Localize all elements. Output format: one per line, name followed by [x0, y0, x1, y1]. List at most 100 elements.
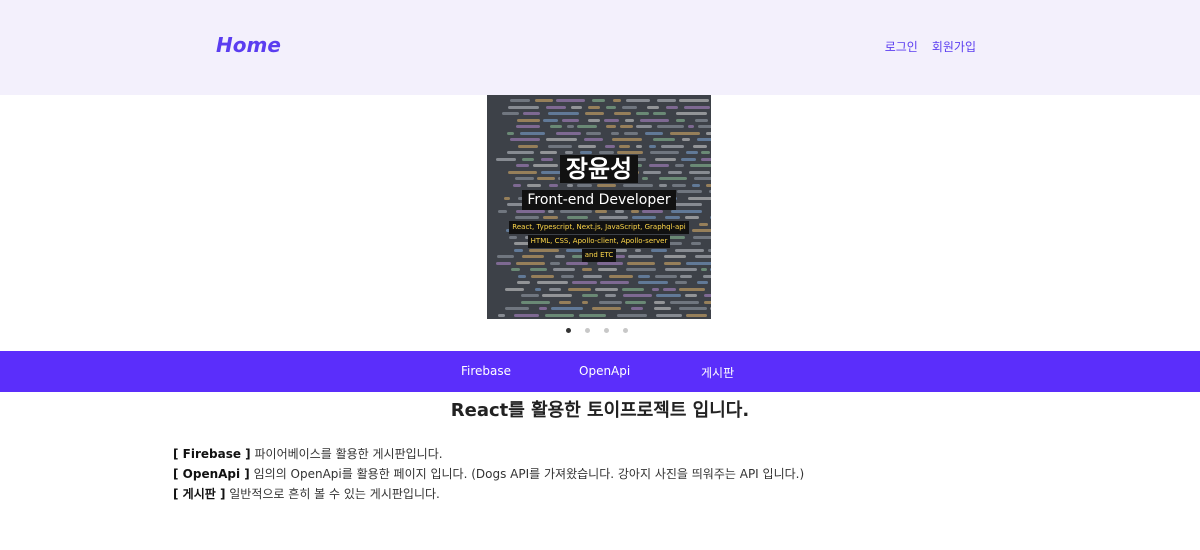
code-line	[662, 287, 676, 291]
code-line	[567, 287, 591, 291]
code-line	[539, 307, 547, 310]
code-line	[579, 151, 593, 154]
description-text: 임의의 OpenApi를 활용한 페이지 입니다. (Dogs API를 가져왔…	[249, 467, 805, 481]
carousel-dot-2[interactable]	[585, 328, 590, 333]
code-line	[655, 294, 682, 297]
code-line	[617, 151, 643, 154]
code-line	[645, 131, 663, 135]
code-line	[657, 125, 684, 128]
carousel-dots	[566, 328, 628, 333]
home-logo-link[interactable]: Home	[216, 33, 281, 57]
code-line	[505, 307, 530, 310]
code-line	[535, 287, 542, 291]
code-line	[498, 313, 505, 317]
code-line	[518, 144, 538, 148]
carousel-dot-3[interactable]	[604, 328, 609, 333]
code-line	[679, 287, 705, 291]
code-line	[531, 274, 554, 278]
main-nav: Firebase OpenApi 게시판	[0, 351, 1200, 392]
code-line	[685, 313, 707, 317]
code-line	[587, 118, 601, 122]
project-description-list: [ Firebase ] 파이어베이스를 활용한 게시판입니다. [ OpenA…	[173, 444, 804, 504]
code-line	[604, 294, 617, 297]
banner-name: 장윤성	[559, 155, 639, 183]
code-line	[548, 287, 562, 291]
code-line	[702, 274, 711, 278]
login-link[interactable]: 로그인	[885, 38, 918, 55]
code-line	[697, 138, 711, 141]
code-line	[684, 294, 698, 297]
code-line	[506, 151, 535, 154]
auth-links: 로그인 회원가입	[885, 38, 976, 55]
nav-item-board[interactable]: 게시판	[701, 364, 734, 381]
code-line	[581, 294, 598, 297]
banner-stack: React, Typescript, Next.js, JavaScript, …	[487, 221, 711, 263]
code-line	[595, 287, 619, 291]
code-line	[508, 105, 540, 109]
code-line	[555, 131, 581, 135]
code-line	[591, 307, 622, 310]
code-line	[509, 99, 531, 102]
code-line	[562, 118, 579, 122]
hero-carousel-slide[interactable]: 장윤성 Front-end Developer React, Typescrip…	[487, 95, 711, 319]
code-line	[543, 216, 558, 219]
code-line	[530, 268, 547, 271]
code-line	[511, 268, 520, 271]
code-line	[625, 118, 634, 122]
code-line	[604, 144, 615, 148]
code-line	[547, 112, 579, 115]
code-line	[581, 300, 589, 304]
code-line	[696, 281, 709, 284]
code-line	[679, 99, 710, 102]
code-line	[516, 125, 541, 128]
code-line	[517, 274, 527, 278]
code-line	[536, 281, 569, 284]
code-line	[652, 112, 666, 115]
code-line	[700, 151, 711, 154]
code-line	[685, 216, 700, 219]
code-line	[522, 112, 540, 115]
code-line	[556, 99, 586, 102]
nav-item-openapi[interactable]: OpenApi	[579, 364, 630, 378]
code-line	[579, 313, 607, 317]
description-item: [ OpenApi ] 임의의 OpenApi를 활용한 페이지 입니다. (D…	[173, 464, 804, 484]
code-line	[517, 118, 541, 122]
carousel-dot-4[interactable]	[623, 328, 628, 333]
code-line	[685, 151, 698, 154]
description-label: [ 게시판 ]	[173, 487, 226, 501]
code-line	[680, 274, 692, 278]
code-line	[540, 151, 558, 154]
code-line	[700, 268, 708, 271]
code-line	[692, 144, 707, 148]
signup-link[interactable]: 회원가입	[932, 38, 976, 55]
code-line	[564, 151, 573, 154]
code-line	[652, 287, 659, 291]
code-line	[552, 268, 576, 271]
code-line	[504, 287, 525, 291]
intro-title: React를 활용한 토이프로젝트 입니다.	[450, 400, 750, 421]
code-line	[616, 313, 648, 317]
code-line	[550, 125, 563, 128]
code-line	[606, 125, 617, 128]
description-label: [ Firebase ]	[173, 447, 251, 461]
code-line	[577, 183, 592, 187]
code-line	[535, 99, 553, 102]
code-line	[636, 125, 652, 128]
code-line	[624, 300, 646, 304]
nav-item-firebase[interactable]: Firebase	[461, 364, 511, 378]
code-line	[546, 138, 578, 141]
code-line	[710, 268, 711, 271]
code-line	[660, 144, 684, 148]
code-line	[598, 216, 628, 219]
code-line	[621, 287, 645, 291]
code-line	[545, 105, 566, 109]
code-line	[542, 294, 573, 297]
code-line	[599, 151, 614, 154]
code-line	[625, 268, 656, 271]
code-line	[520, 131, 546, 135]
code-line	[566, 183, 574, 187]
code-line	[621, 105, 637, 109]
code-line	[665, 216, 681, 219]
carousel-dot-1[interactable]	[566, 328, 571, 333]
code-line	[611, 138, 642, 141]
